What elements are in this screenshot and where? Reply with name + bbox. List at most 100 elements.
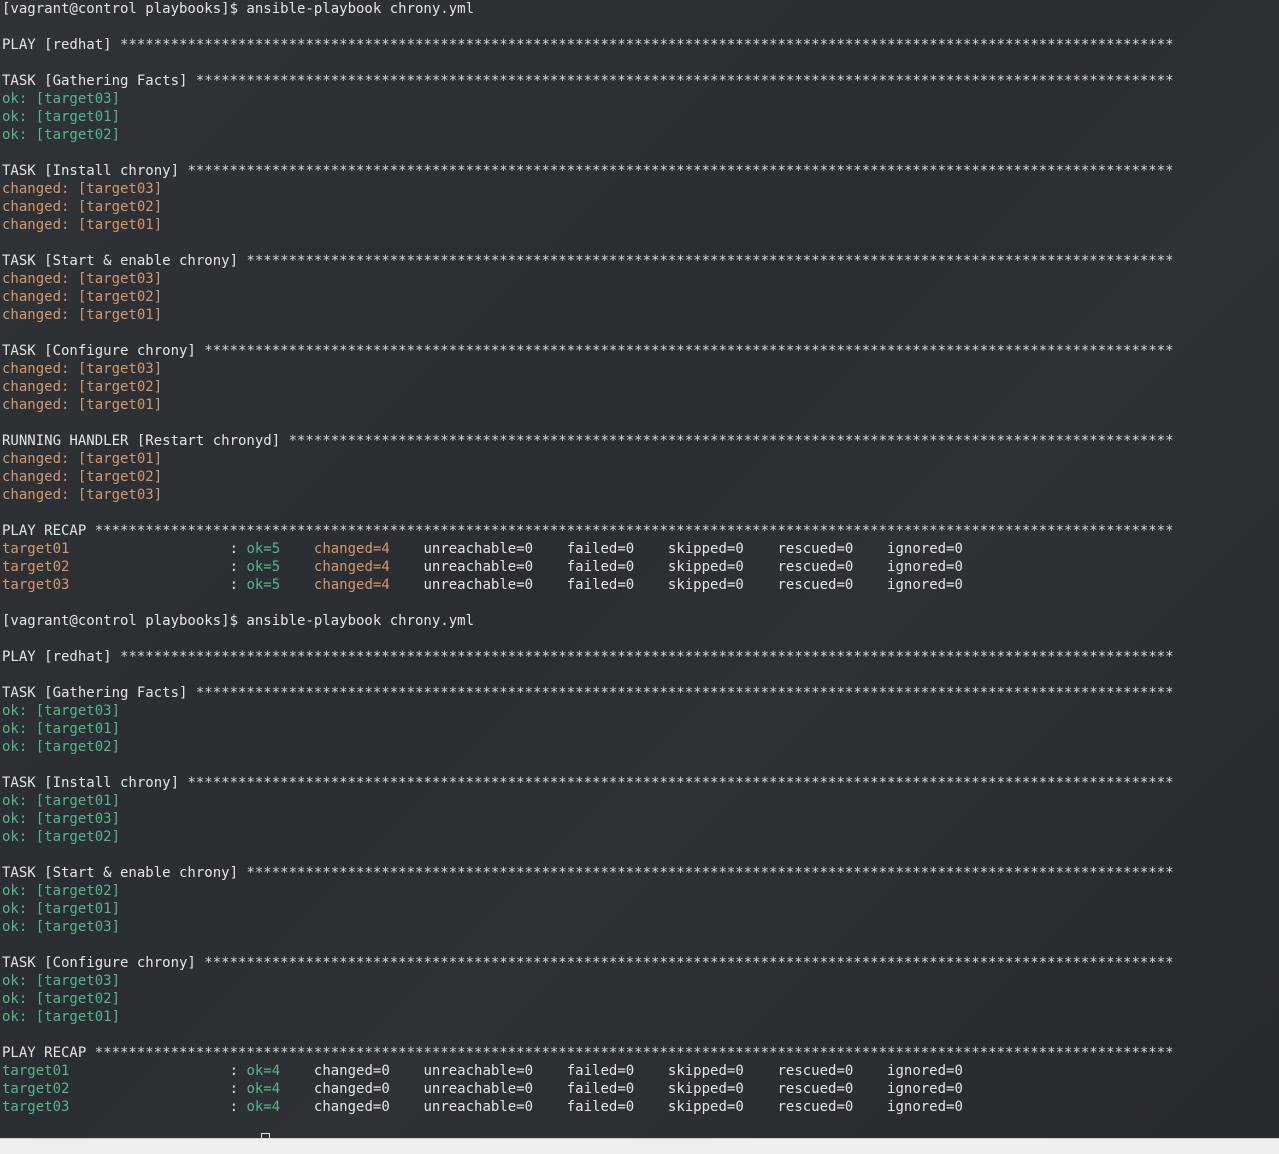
terminal-line: ok: [target03] — [2, 972, 1279, 990]
terminal-text-segment: target03 — [2, 577, 70, 593]
terminal-text-segment: ok: [target03] — [2, 973, 121, 989]
terminal-text-segment: unreachable=0 failed=0 skipped=0 rescued… — [389, 559, 963, 575]
terminal-text-segment: ok: [target01] — [2, 1009, 121, 1025]
terminal-text-segment: ****************************************… — [187, 163, 1174, 179]
terminal-line: changed: [target02] — [2, 198, 1279, 216]
terminal-text-segment: ok: [target01] — [2, 901, 121, 917]
terminal-text-segment: target02 — [2, 559, 70, 575]
terminal-line: PLAY [redhat] **************************… — [2, 36, 1279, 54]
terminal-line: ok: [target02] — [2, 990, 1279, 1008]
terminal-line: changed: [target02] — [2, 468, 1279, 486]
terminal-output[interactable]: [vagrant@control playbooks]$ ansible-pla… — [0, 0, 1279, 1138]
terminal-text-segment: RUNNING HANDLER [Restart chronyd] — [2, 433, 289, 449]
terminal-line: changed: [target02] — [2, 288, 1279, 306]
terminal-line: [vagrant@control playbooks]$ ansible-pla… — [2, 0, 1279, 18]
terminal-text-segment: changed: [target03] — [2, 487, 163, 503]
terminal-line: TASK [Start & enable chrony] ***********… — [2, 864, 1279, 882]
terminal-text-segment: ok: [target02] — [2, 127, 121, 143]
terminal-line: ok: [target01] — [2, 720, 1279, 738]
terminal-text-segment: target02 — [2, 1081, 70, 1097]
terminal-text-segment: changed: [target03] — [2, 271, 163, 287]
terminal-text-segment: : — [69, 1063, 247, 1079]
terminal-line: ok: [target02] — [2, 828, 1279, 846]
window-status-bar — [0, 1138, 1279, 1154]
terminal-line: RUNNING HANDLER [Restart chronyd] ******… — [2, 432, 1279, 450]
terminal-text-segment: changed: [target01] — [2, 451, 163, 467]
terminal-text-segment: target03 — [2, 1099, 70, 1115]
terminal-line: PLAY [redhat] **************************… — [2, 648, 1279, 666]
terminal-text-segment: ****************************************… — [246, 253, 1174, 269]
terminal-line: ok: [target01] — [2, 1008, 1279, 1026]
terminal-text-segment: changed: [target01] — [2, 307, 163, 323]
terminal-text-segment: ****************************************… — [246, 865, 1174, 881]
terminal-line: PLAY RECAP *****************************… — [2, 1044, 1279, 1062]
terminal-line: ok: [target02] — [2, 126, 1279, 144]
terminal-text-segment: PLAY RECAP — [2, 523, 95, 539]
terminal-text-segment: TASK [Start & enable chrony] — [2, 253, 247, 269]
terminal-text-segment: : — [69, 1099, 247, 1115]
terminal-text-segment: ****************************************… — [204, 955, 1174, 971]
terminal-text-segment: changed: [target02] — [2, 289, 163, 305]
terminal-text-segment: ok: [target02] — [2, 883, 121, 899]
terminal-text-segment: ok: [target01] — [2, 109, 121, 125]
terminal-text-segment: changed: [target02] — [2, 199, 163, 215]
terminal-line: TASK [Install chrony] ******************… — [2, 162, 1279, 180]
terminal-line: target01 : ok=4 changed=0 unreachable=0 … — [2, 1062, 1279, 1080]
terminal-line: changed: [target03] — [2, 360, 1279, 378]
terminal-line: changed: [target03] — [2, 270, 1279, 288]
terminal-text-segment: changed: [target02] — [2, 469, 163, 485]
terminal-line: changed: [target02] — [2, 378, 1279, 396]
terminal-text-segment: ok=5 — [246, 577, 281, 593]
terminal-text-segment: changed: [target01] — [2, 217, 163, 233]
terminal-text-segment: PLAY [redhat] — [2, 649, 121, 665]
terminal-text-segment: ok: [target02] — [2, 739, 121, 755]
terminal-text-segment: ****************************************… — [204, 343, 1174, 359]
terminal-text-segment: ok: [target01] — [2, 793, 121, 809]
terminal-line: TASK [Configure chrony] ****************… — [2, 342, 1279, 360]
terminal-text-segment: TASK [Start & enable chrony] — [2, 865, 247, 881]
terminal-line: ok: [target01] — [2, 900, 1279, 918]
terminal-line: TASK [Gathering Facts] *****************… — [2, 684, 1279, 702]
terminal-text-segment: TASK [Configure chrony] — [2, 343, 205, 359]
terminal-text-segment: changed=0 unreachable=0 failed=0 skipped… — [280, 1063, 963, 1079]
terminal-line: TASK [Start & enable chrony] ***********… — [2, 252, 1279, 270]
terminal-text-segment: unreachable=0 failed=0 skipped=0 rescued… — [389, 541, 963, 557]
terminal-line: ok: [target01] — [2, 108, 1279, 126]
terminal-line: changed: [target03] — [2, 486, 1279, 504]
terminal-text-segment: target01 — [2, 1063, 70, 1079]
terminal-text-segment: changed: [target03] — [2, 181, 163, 197]
terminal-line: ok: [target03] — [2, 810, 1279, 828]
terminal-line: target03 : ok=4 changed=0 unreachable=0 … — [2, 1098, 1279, 1116]
terminal-line: target01 : ok=5 changed=4 unreachable=0 … — [2, 540, 1279, 558]
terminal-line: ok: [target03] — [2, 90, 1279, 108]
terminal-text-segment: ok=4 — [246, 1081, 281, 1097]
terminal-text-segment: ****************************************… — [187, 775, 1174, 791]
terminal-text-segment: ok=4 — [246, 1063, 281, 1079]
terminal-text-segment: PLAY [redhat] — [2, 37, 121, 53]
terminal-line: changed: [target01] — [2, 396, 1279, 414]
terminal-text-segment: changed=0 unreachable=0 failed=0 skipped… — [280, 1099, 963, 1115]
terminal-line: target03 : ok=5 changed=4 unreachable=0 … — [2, 576, 1279, 594]
terminal-text-segment: ****************************************… — [195, 685, 1174, 701]
terminal-line: ok: [target02] — [2, 738, 1279, 756]
terminal-text-segment: changed=4 — [313, 541, 390, 557]
terminal-text-segment: ****************************************… — [94, 523, 1174, 539]
terminal-line: TASK [Configure chrony] ****************… — [2, 954, 1279, 972]
terminal-text-segment: unreachable=0 failed=0 skipped=0 rescued… — [389, 577, 963, 593]
terminal-text-segment: ok: [target03] — [2, 91, 121, 107]
terminal-text-segment: ok: [target03] — [2, 703, 121, 719]
terminal-line: ok: [target02] — [2, 882, 1279, 900]
